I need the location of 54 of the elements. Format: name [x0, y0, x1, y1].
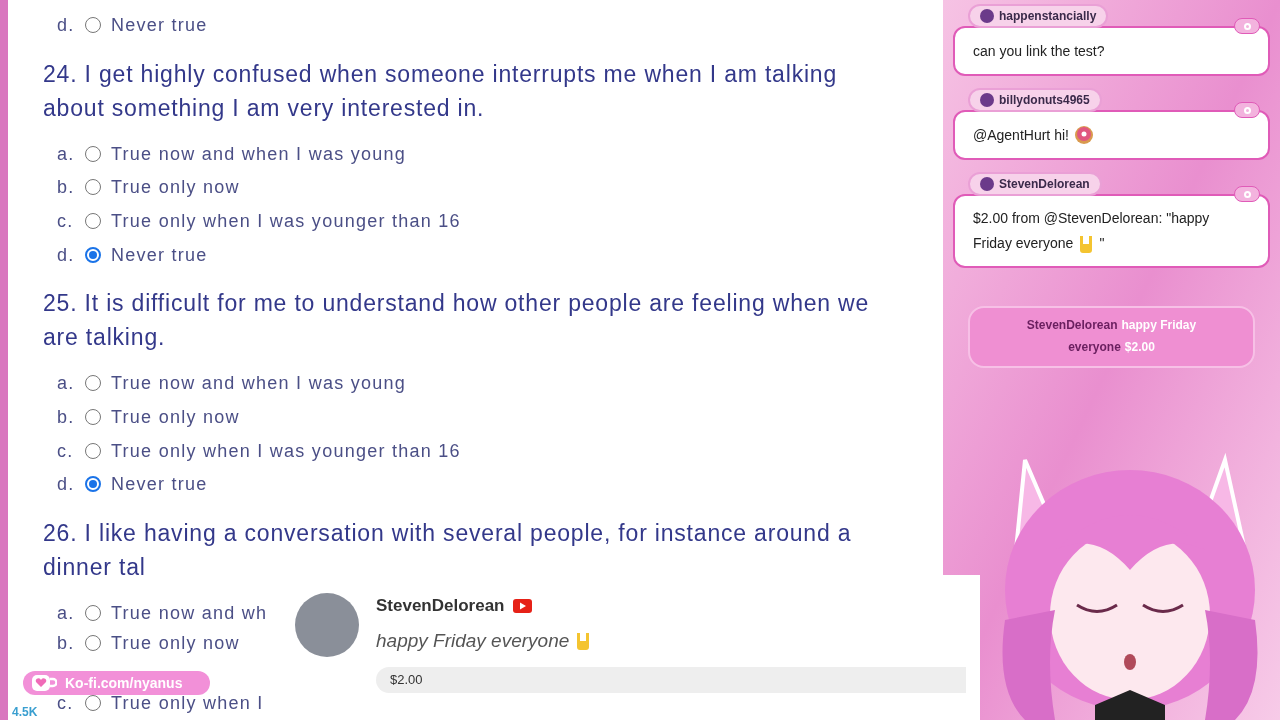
- message-text: @AgentHurt hi!: [973, 125, 1069, 145]
- option-letter: d.: [57, 474, 76, 495]
- alert-amount: $2.00: [1124, 339, 1155, 356]
- message-text: $2.00 from @StevenDelorean: "happy: [973, 209, 1210, 228]
- option-label[interactable]: True only now: [111, 632, 240, 653]
- option-label[interactable]: True only when I: [111, 693, 264, 714]
- question-text: 24. I get highly confused when someone interrupts me when I am talking about something I am very interested in.: [43, 59, 839, 123]
- donut-icon: [1073, 125, 1094, 145]
- option-label[interactable]: Never true: [111, 14, 208, 35]
- option-letter: c.: [57, 210, 75, 231]
- option-letter: d.: [57, 244, 76, 265]
- option-letter: a.: [57, 602, 76, 623]
- play-button-icon: [512, 599, 532, 613]
- viewer-count: 4.5K: [12, 704, 38, 720]
- kofi-link: Ko-fi.com/nyanus: [65, 673, 183, 693]
- username: billydonuts4965: [999, 92, 1090, 109]
- cup-heart-icon: [31, 673, 57, 693]
- option-letter: a.: [57, 143, 76, 164]
- question-text: 25. It is difficult for me to understand how other people are feeling when we are talking.: [43, 289, 871, 353]
- message-text: Friday everyone: [973, 234, 1074, 253]
- username: StevenDelorean: [999, 176, 1090, 193]
- option-letter: b.: [57, 632, 76, 653]
- option-letter: c.: [57, 693, 75, 714]
- rock-hand-icon: [575, 631, 592, 651]
- alert-name: StevenDelorean: [1026, 317, 1118, 334]
- message-text: can you link the test?: [973, 41, 1105, 61]
- option-letter: c.: [57, 440, 75, 461]
- donation-message: happy Friday everyone: [376, 628, 570, 653]
- radio-button[interactable]: [85, 476, 101, 493]
- user-avatar-icon: [980, 9, 994, 23]
- option-label[interactable]: True now and wh: [111, 602, 268, 623]
- donor-name: StevenDelorean: [376, 595, 505, 618]
- option-label[interactable]: True now and when I was young: [111, 373, 407, 394]
- username: happenstancially: [999, 8, 1097, 25]
- option-label[interactable]: True only now: [111, 406, 240, 427]
- question-text: 26. I like having a conversation with several people, for instance around a dinner tal: [43, 519, 853, 583]
- option-label[interactable]: True only now: [111, 177, 240, 198]
- rock-hand-icon: [1078, 233, 1095, 254]
- option-label[interactable]: Never true: [111, 244, 208, 265]
- option-label[interactable]: True only when I was younger than 16: [111, 440, 461, 461]
- option-letter: a.: [57, 373, 76, 394]
- user-avatar-icon: [980, 93, 994, 107]
- alert-message: happy Friday: [1121, 317, 1197, 334]
- option-letter: d.: [57, 14, 76, 35]
- donation-amount: $2.00: [376, 667, 966, 693]
- option-label[interactable]: Never true: [111, 474, 208, 495]
- option-letter: b.: [57, 177, 76, 198]
- radio-button[interactable]: [85, 246, 101, 263]
- option-label[interactable]: True now and when I was young: [111, 143, 407, 164]
- alert-message: everyone: [1068, 339, 1121, 356]
- message-text: ": [1099, 234, 1105, 253]
- option-label[interactable]: True only when I was younger than 16: [111, 210, 461, 231]
- option-letter: b.: [57, 406, 76, 427]
- user-avatar-icon: [980, 177, 994, 191]
